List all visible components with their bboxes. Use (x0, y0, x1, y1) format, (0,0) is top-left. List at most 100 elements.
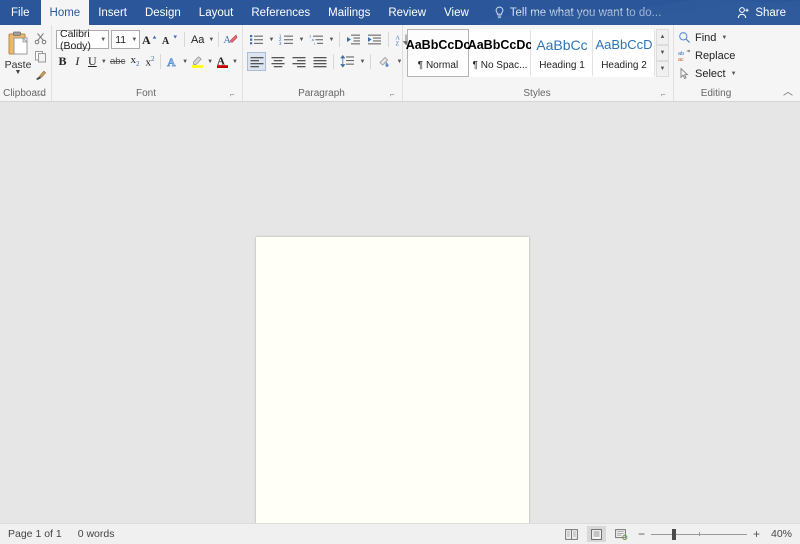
font-color-caret-icon[interactable]: ▼ (232, 59, 238, 65)
text-effects-button[interactable]: A (165, 52, 180, 71)
clear-formatting-button[interactable]: A (223, 30, 238, 49)
highlight-color-button[interactable] (190, 52, 205, 71)
zoom-in-button[interactable]: + (752, 527, 761, 541)
web-layout-button[interactable] (612, 526, 631, 542)
print-layout-button[interactable] (587, 526, 606, 542)
style-item-heading-1[interactable]: AaBbCc Heading 1 (531, 29, 593, 77)
strikethrough-button[interactable]: abc (109, 52, 127, 71)
find-caret-icon[interactable]: ▼ (721, 35, 727, 41)
change-case-button[interactable]: Aa (189, 30, 206, 49)
font-color-button[interactable]: A (215, 52, 230, 71)
select-button[interactable]: Select ▼ (678, 65, 737, 82)
font-color-icon: A (217, 56, 229, 68)
document-page[interactable] (256, 237, 529, 523)
line-spacing-caret-icon[interactable]: ▼ (359, 59, 366, 65)
align-center-button[interactable] (268, 52, 287, 71)
multilevel-list-button[interactable]: 1 a i (307, 30, 326, 49)
font-dialog-launcher-icon[interactable]: ⌐ (230, 90, 239, 99)
font-name-value: Calibri (Body) (60, 27, 91, 52)
styles-scroll-up-button[interactable]: ▲ (656, 29, 669, 45)
bullets-caret-icon[interactable]: ▼ (268, 37, 275, 43)
numbering-caret-icon[interactable]: ▼ (298, 37, 305, 43)
paste-dropdown-caret[interactable]: ▼ (15, 69, 22, 76)
zoom-slider[interactable] (651, 528, 747, 540)
styles-scroll-down-button[interactable]: ▼ (656, 45, 669, 61)
page-status[interactable]: Page 1 of 1 (8, 528, 62, 540)
styles-more-button[interactable]: ▼ (656, 61, 669, 77)
bullets-icon (250, 35, 263, 45)
zoom-slider-thumb[interactable] (672, 529, 676, 540)
align-left-button[interactable] (247, 52, 266, 71)
numbering-button[interactable]: 1 2 3 (277, 30, 296, 49)
shading-button[interactable] (375, 52, 394, 71)
paragraph-dialog-launcher-icon[interactable]: ⌐ (390, 90, 399, 99)
clipboard-dialog-launcher-icon[interactable]: ⌐ (39, 90, 48, 99)
text-effects-caret-icon[interactable]: ▼ (182, 59, 188, 65)
style-item-no-spacing[interactable]: AaBbCcDc ¶ No Spac... (468, 29, 532, 77)
highlight-caret-icon[interactable]: ▼ (207, 59, 213, 65)
tab-layout[interactable]: Layout (190, 0, 243, 25)
justify-button[interactable] (310, 52, 329, 71)
clipboard-paste-icon (8, 31, 28, 55)
bold-button[interactable]: B (56, 52, 69, 71)
chevron-down-icon: ▼ (100, 36, 107, 43)
styles-gallery: AaBbCcDc ¶ Normal AaBbCcDc ¶ No Spac... … (406, 28, 669, 77)
style-preview: AaBbCcD (595, 37, 653, 52)
editing-group-label: Editing (700, 88, 732, 99)
shading-caret-icon[interactable]: ▼ (396, 59, 403, 65)
multilevel-caret-icon[interactable]: ▼ (328, 37, 335, 43)
justify-icon (313, 56, 326, 67)
cursor-select-icon (680, 67, 689, 80)
change-case-caret-icon[interactable]: ▼ (208, 37, 214, 43)
font-size-combo[interactable]: 11 ▼ (111, 30, 141, 49)
ribbon-group-paragraph: ▼ 1 2 3 ▼ 1 a i ▼ A Z ▼ ▼ Paragraph ⌐ (243, 25, 433, 101)
bullets-button[interactable] (247, 30, 266, 49)
tab-file[interactable]: File (0, 0, 41, 25)
word-count[interactable]: 0 words (78, 528, 115, 540)
tab-insert[interactable]: Insert (89, 0, 136, 25)
cut-button[interactable] (32, 30, 49, 47)
font-name-combo[interactable]: Calibri (Body) ▼ (56, 27, 110, 52)
tab-design[interactable]: Design (136, 0, 190, 25)
underline-button[interactable]: U (86, 52, 99, 71)
read-mode-button[interactable] (562, 526, 581, 542)
replace-button[interactable]: ab ac Replace (678, 47, 737, 64)
paragraph-separator (339, 32, 340, 47)
tab-file-label: File (11, 6, 30, 19)
align-right-button[interactable] (289, 52, 308, 71)
underline-caret-icon[interactable]: ▼ (101, 59, 107, 65)
select-caret-icon[interactable]: ▼ (731, 71, 737, 77)
style-item-normal[interactable]: AaBbCcDc ¶ Normal (406, 29, 470, 77)
tab-references[interactable]: References (242, 0, 319, 25)
superscript-button[interactable]: x2 (144, 52, 157, 71)
search-icon (679, 32, 691, 44)
copy-button[interactable] (32, 48, 49, 65)
scissors-icon (34, 33, 47, 45)
bold-label: B (58, 54, 67, 68)
tab-mailings[interactable]: Mailings (319, 0, 379, 25)
find-button[interactable]: Find ▼ (678, 29, 737, 46)
tab-home[interactable]: Home (40, 0, 90, 25)
increase-indent-button[interactable] (365, 30, 384, 49)
tab-review[interactable]: Review (379, 0, 435, 25)
zoom-out-button[interactable]: − (637, 527, 646, 541)
subscript-button[interactable]: x2 (129, 52, 142, 71)
zoom-percent[interactable]: 40% (766, 528, 792, 540)
collapse-ribbon-button[interactable]: ︿ (783, 83, 793, 98)
tab-view[interactable]: View (435, 0, 478, 25)
share-button[interactable]: Share (729, 0, 794, 25)
shrink-font-button[interactable]: A (162, 30, 180, 49)
decrease-indent-button[interactable] (344, 30, 363, 49)
grow-font-button[interactable]: A (142, 30, 160, 49)
tell-me-search[interactable]: Tell me what you want to do... (488, 0, 670, 25)
paste-button[interactable]: Paste ▼ (4, 28, 32, 76)
line-spacing-icon (340, 55, 354, 68)
line-spacing-button[interactable] (338, 52, 357, 71)
document-canvas[interactable] (0, 102, 800, 523)
format-painter-button[interactable] (32, 66, 49, 83)
italic-button[interactable]: I (71, 52, 84, 71)
increase-indent-icon (368, 34, 381, 45)
style-item-heading-2[interactable]: AaBbCcD Heading 2 (593, 29, 655, 77)
styles-dialog-launcher-icon[interactable]: ⌐ (661, 90, 670, 99)
font-separator-3 (160, 54, 162, 69)
